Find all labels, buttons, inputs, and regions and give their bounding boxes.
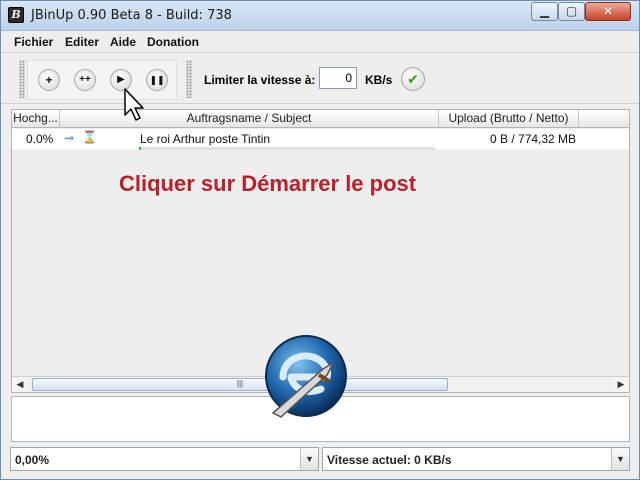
mouse-cursor-icon (124, 88, 144, 121)
close-button[interactable]: ✕ (585, 2, 631, 21)
scroll-thumb[interactable]: ||| (32, 378, 448, 391)
row-progress-bar (139, 147, 435, 150)
key-icon: ⊸ (64, 131, 75, 145)
menu-donation[interactable]: Donation (147, 35, 199, 49)
progress-status-field[interactable]: 0,00% ▼ (10, 447, 319, 471)
speed-limit-input[interactable] (319, 67, 357, 89)
minimize-button[interactable]: ▁ (531, 2, 558, 21)
menu-fichier[interactable]: Fichier (14, 35, 53, 49)
column-header-empty (579, 110, 629, 128)
speed-status-field[interactable]: Vitesse actuel: 0 KB/s ▼ (322, 447, 630, 471)
window-title: JBinUp 0.90 Beta 8 - Build: 738 (31, 8, 232, 23)
app-logo-icon: B (8, 7, 24, 23)
apply-speed-button[interactable]: ✔ (401, 67, 425, 91)
menu-editer[interactable]: Editer (65, 35, 99, 49)
add-job-button[interactable]: + (38, 69, 60, 91)
column-header-progress[interactable]: Hochg... (12, 110, 60, 128)
row-subject: Le roi Arthur poste Tintin (140, 132, 271, 146)
menu-bar: Fichier Editer Aide Donation (1, 31, 639, 53)
instruction-annotation: Cliquer sur Démarrer le post (119, 171, 417, 196)
speed-unit-label: KB/s (365, 73, 393, 87)
scroll-right-button[interactable]: ▶ (613, 377, 629, 392)
chevron-down-icon[interactable]: ▼ (611, 448, 629, 470)
app-window: B JBinUp 0.90 Beta 8 - Build: 738 ▁ ▢ ✕ … (0, 0, 640, 480)
e-logo-icon (265, 335, 347, 418)
maximize-button[interactable]: ▢ (558, 2, 585, 21)
table-row[interactable]: 0.0% ⊸ ⌛ Le roi Arthur poste Tintin 0 B … (12, 129, 629, 149)
add-multiple-button[interactable]: ++ (74, 69, 96, 91)
column-header-subject[interactable]: Auftragsname / Subject (60, 110, 439, 128)
speed-limit-label: Limiter la vitesse à: (204, 73, 316, 87)
pause-button[interactable]: ❚❚ (146, 69, 168, 91)
toolbar-grip[interactable] (19, 60, 25, 98)
row-progress-fill (139, 147, 141, 150)
scroll-left-button[interactable]: ◀ (12, 377, 28, 392)
toolbar-grip[interactable] (186, 60, 192, 98)
row-upload: 0 B / 774,32 MB (490, 132, 577, 146)
hourglass-icon: ⌛ (82, 130, 97, 144)
column-header-upload[interactable]: Upload (Brutto / Netto) (439, 110, 579, 128)
menu-aide[interactable]: Aide (110, 35, 136, 49)
overall-progress-text: 0,00% (15, 453, 50, 467)
title-bar[interactable]: B JBinUp 0.90 Beta 8 - Build: 738 ▁ ▢ ✕ (1, 1, 639, 31)
table-header: Hochg... Auftragsname / Subject Upload (… (12, 110, 629, 128)
row-progress: 0.0% (26, 132, 54, 146)
chevron-down-icon[interactable]: ▼ (300, 448, 318, 470)
current-speed-text: Vitesse actuel: 0 KB/s (327, 453, 452, 467)
